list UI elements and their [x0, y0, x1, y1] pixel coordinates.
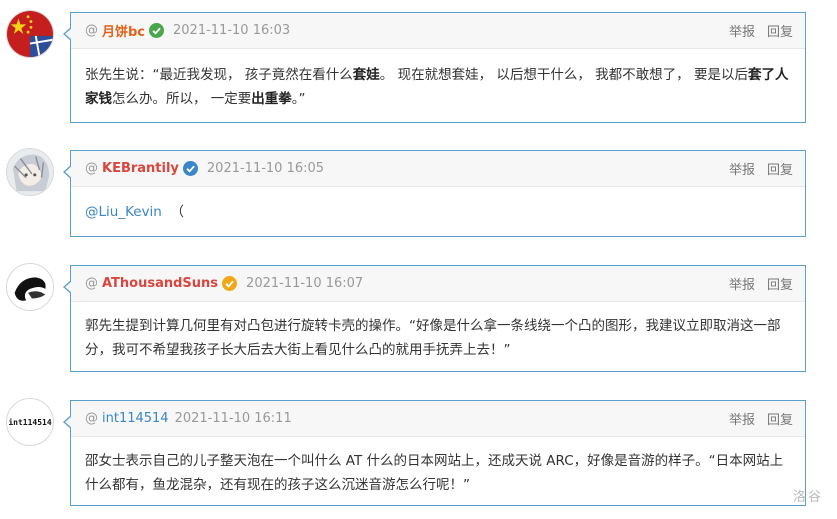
- reply-button[interactable]: 回复: [767, 409, 793, 428]
- ink-avatar-image: [7, 264, 53, 310]
- comment-header: @ int114514 2021-11-10 16:11 举报 回复: [71, 401, 805, 437]
- username-link[interactable]: int114514: [102, 411, 169, 426]
- at-symbol: @: [85, 276, 98, 291]
- comment-actions: 举报 回复: [729, 159, 793, 178]
- comment-date: 2021-11-10 16:03: [173, 23, 291, 38]
- report-button[interactable]: 举报: [729, 21, 755, 40]
- comment-text: 怎么办。所以， 一定要: [112, 91, 252, 107]
- at-symbol: @: [85, 23, 98, 38]
- comment-body: 邵女士表示自己的儿子整天泡在一个叫什么 AT 什么的日本网站上，还成天说 ARC…: [85, 453, 784, 493]
- comment-body: 郭先生提到计算几何里有对凸包进行旋转卡壳的操作。“好像是什么拿一条线绕一个凸的图…: [85, 318, 781, 358]
- comment-date: 2021-11-10 16:11: [174, 411, 292, 426]
- comment-header: @ KEBrantily 2021-11-10 16:05 举报 回复: [71, 151, 805, 187]
- reply-button[interactable]: 回复: [767, 159, 793, 178]
- comment-date: 2021-11-10 16:05: [206, 161, 325, 176]
- report-button[interactable]: 举报: [729, 274, 755, 293]
- anime-avatar-image: [7, 149, 53, 195]
- comment-text: 。 现在就想套娃， 以后想干什么， 我都不敢想了， 要是以后: [379, 67, 748, 83]
- comment-bold-text: 套娃: [352, 67, 380, 83]
- comment-text: 张先生说：“最近我发现， 孩子竟然在看什么: [85, 67, 353, 83]
- report-button[interactable]: 举报: [729, 409, 755, 428]
- report-button[interactable]: 举报: [729, 159, 755, 178]
- comment-card: @ AThousandSuns 2021-11-10 16:07 举报 回复 郭…: [63, 265, 806, 372]
- comment-card: @ 月饼bc 2021-11-10 16:03 举报 回复 张先生说：“最近我发…: [63, 12, 806, 123]
- avatar[interactable]: [6, 263, 54, 311]
- comment-header: @ 月饼bc 2021-11-10 16:03 举报 回复: [71, 13, 805, 49]
- username-link[interactable]: AThousandSuns: [102, 276, 218, 291]
- comment-date: 2021-11-10 16:07: [246, 276, 364, 291]
- comment-body: 张先生说：“最近我发现， 孩子竟然在看什么套娃。 现在就想套娃， 以后想干什么，…: [71, 49, 805, 111]
- flag-avatar-image: [7, 11, 53, 57]
- at-symbol: @: [85, 411, 98, 426]
- verified-check-icon: [182, 161, 198, 176]
- comment-card: @ int114514 2021-11-10 16:11 举报 回复 邵女士表示…: [63, 400, 806, 506]
- comment-card: @ KEBrantily 2021-11-10 16:05 举报 回复 @Liu…: [63, 150, 806, 237]
- comment-actions: 举报 回复: [729, 274, 793, 293]
- avatar[interactable]: [6, 10, 54, 58]
- comment-actions: 举报 回复: [729, 409, 793, 428]
- avatar[interactable]: [6, 148, 54, 196]
- reply-button[interactable]: 回复: [767, 21, 793, 40]
- avatar[interactable]: int114514: [6, 398, 54, 446]
- comment-bold-text: 出重拳: [251, 91, 292, 107]
- username-link[interactable]: 月饼bc: [102, 21, 145, 40]
- watermark: 洛谷: [792, 490, 823, 505]
- reply-button[interactable]: 回复: [767, 274, 793, 293]
- avatar-text: int114514: [8, 417, 52, 427]
- at-symbol: @: [85, 161, 98, 176]
- comment-header: @ AThousandSuns 2021-11-10 16:07 举报 回复: [71, 266, 805, 302]
- verified-check-icon: [222, 276, 238, 291]
- comment-actions: 举报 回复: [729, 21, 793, 40]
- username-link[interactable]: KEBrantily: [102, 161, 179, 176]
- comment-text: （: [170, 204, 184, 220]
- mention-link[interactable]: @Liu_Kevin: [85, 204, 162, 220]
- comment-text: 。”: [291, 91, 306, 107]
- verified-check-icon: [149, 23, 165, 38]
- comment-body: @Liu_Kevin （: [71, 187, 805, 224]
